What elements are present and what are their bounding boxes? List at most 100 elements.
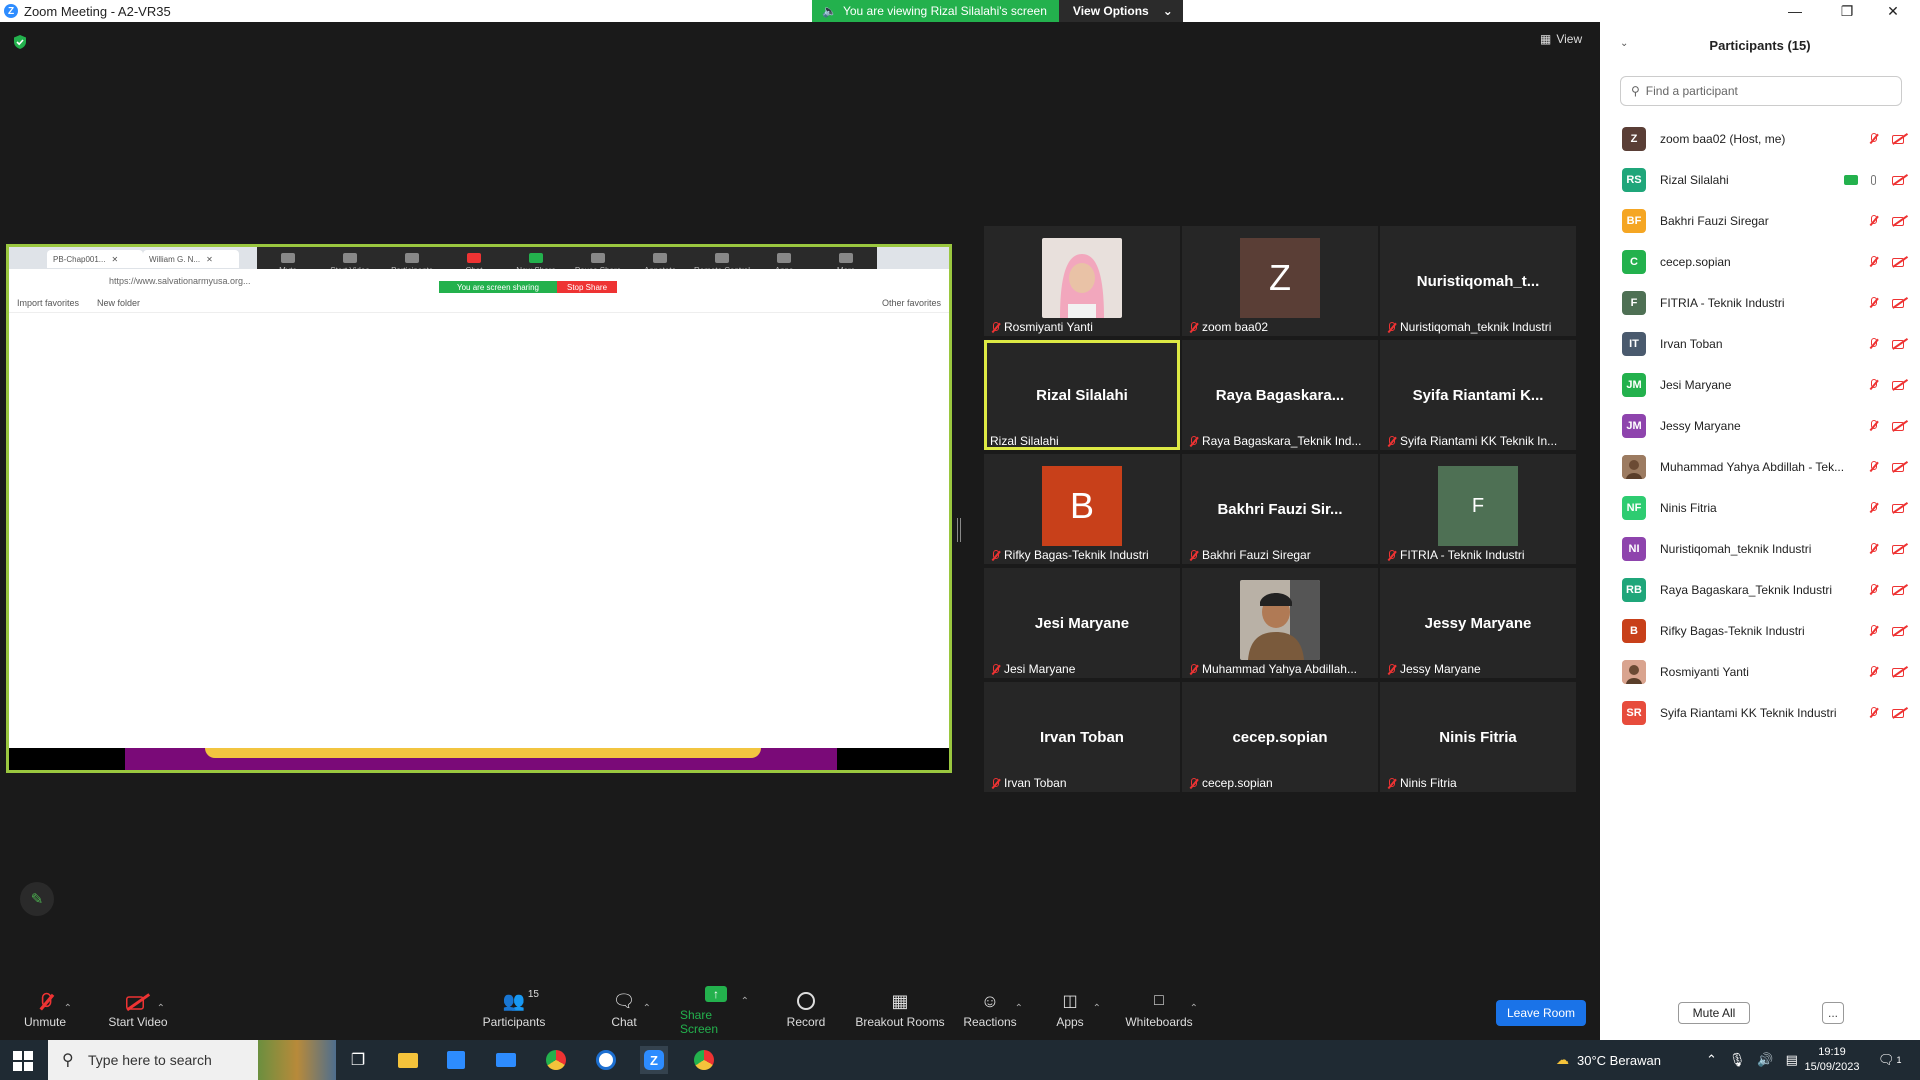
video-tile[interactable]: Jesi Maryane Jesi Maryane <box>984 568 1180 678</box>
date-text: 15/09/2023 <box>1804 1061 1860 1073</box>
windows-start-icon[interactable] <box>12 1050 34 1072</box>
breakout-rooms-button[interactable]: ▦ Breakout Rooms <box>852 980 948 1040</box>
tile-label-text: Raya Bagaskara_Teknik Ind... <box>1202 434 1362 448</box>
view-button[interactable]: ▦ View <box>1540 32 1582 46</box>
record-button[interactable]: Record <box>782 980 830 1040</box>
participant-row[interactable]: SR Syifa Riantami KK Teknik Industri <box>1600 692 1920 733</box>
participant-name: Nuristiqomah_teknik Industri <box>1660 541 1812 556</box>
tile-name-label: Rosmiyanti Yanti <box>990 320 1093 334</box>
video-tile[interactable]: Irvan Toban Irvan Toban <box>984 682 1180 792</box>
split-divider-handle[interactable] <box>957 518 961 542</box>
tile-name-label: Nuristiqomah_teknik Industri <box>1386 320 1551 334</box>
unmute-button[interactable]: ⌃ Unmute <box>20 980 72 1040</box>
whiteboards-button[interactable]: □ ⌃ Whiteboards <box>1124 980 1198 1040</box>
participant-row[interactable]: NI Nuristiqomah_teknik Industri <box>1600 528 1920 569</box>
video-tile[interactable]: Rizal Silalahi Rizal Silalahi <box>984 340 1180 450</box>
chevron-up-icon[interactable]: ⌃ <box>1706 1052 1717 1068</box>
caret-up-icon[interactable]: ⌃ <box>643 1003 651 1014</box>
tile-name-label: cecep.sopian <box>1188 776 1273 790</box>
taskbar-search-input[interactable]: ⚲ Type here to search <box>48 1040 336 1080</box>
participant-row[interactable]: BF Bakhri Fauzi Siregar <box>1600 200 1920 241</box>
video-tile[interactable]: Zzoom baa02 <box>1182 226 1378 336</box>
video-tile[interactable]: B Rifky Bagas-Teknik Industri <box>984 454 1180 564</box>
minimize-button[interactable]: — <box>1772 0 1818 22</box>
tile-label-text: Bakhri Fauzi Siregar <box>1202 548 1311 562</box>
annotate-pencil-icon[interactable]: ✎ <box>20 882 54 916</box>
weather-widget[interactable]: ☁ 30°C Berawan <box>1556 1040 1661 1080</box>
whiteboard-icon: □ <box>1154 992 1164 1009</box>
file-explorer-icon[interactable] <box>394 1046 422 1074</box>
viewing-text: You are viewing Rizal Silalahi's screen <box>842 4 1047 18</box>
mail-icon[interactable] <box>492 1046 520 1074</box>
share-screen-icon: ↑ <box>705 986 727 1002</box>
apps-button[interactable]: ◫ ⌃ Apps <box>1052 980 1101 1040</box>
caret-up-icon[interactable]: ⌃ <box>1093 1003 1101 1014</box>
participant-row[interactable]: RB Raya Bagaskara_Teknik Industri <box>1600 569 1920 610</box>
participant-row[interactable]: JM Jessy Maryane <box>1600 405 1920 446</box>
share-screen-button[interactable]: ↑ ⌃ Share Screen <box>680 980 752 1040</box>
caret-up-icon[interactable]: ⌃ <box>1015 1003 1023 1014</box>
video-tile[interactable]: Syifa Riantami K... Syifa Riantami KK Tek… <box>1380 340 1576 450</box>
close-button[interactable]: ✕ <box>1870 0 1916 22</box>
participant-row[interactable]: Ccecep.sopian <box>1600 241 1920 282</box>
microphone-icon[interactable]: 🎙 <box>1729 1052 1746 1068</box>
teamviewer-icon[interactable] <box>592 1046 620 1074</box>
reactions-button[interactable]: ☺ ⌃ Reactions <box>960 980 1023 1040</box>
participant-row[interactable]: RS Rizal Silalahi <box>1600 159 1920 200</box>
video-off-icon <box>1892 543 1906 555</box>
encryption-shield-icon[interactable] <box>12 34 28 50</box>
participant-row[interactable]: Muhammad Yahya Abdillah - Tek... <box>1600 446 1920 487</box>
participant-row[interactable]: F FITRIA - Teknik Industri <box>1600 282 1920 323</box>
video-tile[interactable]: cecep.sopian cecep.sopian <box>1182 682 1378 792</box>
network-icon[interactable]: ▤ <box>1786 1052 1798 1068</box>
video-tile[interactable]: Bakhri Fauzi Sir... Bakhri Fauzi Siregar <box>1182 454 1378 564</box>
task-view-icon[interactable]: ❐ <box>344 1046 372 1074</box>
chrome-icon[interactable] <box>542 1046 570 1074</box>
tile-name-label: Jesi Maryane <box>990 662 1075 676</box>
caret-up-icon[interactable]: ⌃ <box>1190 1003 1198 1014</box>
browser-tab: William G. N... ✕ <box>143 250 239 268</box>
participant-name: Raya Bagaskara_Teknik Industri <box>1660 582 1833 597</box>
mute-all-button[interactable]: Mute All <box>1678 1002 1750 1024</box>
store-icon[interactable] <box>442 1046 470 1074</box>
leave-room-button[interactable]: Leave Room <box>1496 1000 1586 1026</box>
participant-name: Rosmiyanti Yanti <box>1660 664 1749 679</box>
shared-page-footer <box>9 748 949 770</box>
more-options-button[interactable]: ... <box>1822 1002 1844 1024</box>
participant-name: Rizal Silalahi <box>1660 172 1729 187</box>
participant-row[interactable]: Rosmiyanti Yanti <box>1600 651 1920 692</box>
tile-label-text: Jessy Maryane <box>1400 662 1481 676</box>
restore-button[interactable]: ❐ <box>1824 0 1870 22</box>
participant-row[interactable]: Zzoom baa02 (Host, me) <box>1600 118 1920 159</box>
tile-name-label: Irvan Toban <box>990 776 1067 790</box>
zoom-taskbar-icon[interactable]: Z <box>640 1046 668 1074</box>
clock[interactable]: 19:19 15/09/2023 <box>1800 1040 1864 1080</box>
breakout-rooms-label: Breakout Rooms <box>855 1015 945 1029</box>
participant-row[interactable]: IT Irvan Toban <box>1600 323 1920 364</box>
volume-icon[interactable]: 🔊 <box>1757 1052 1773 1068</box>
video-tile[interactable]: Ninis Fitria Ninis Fitria <box>1380 682 1576 792</box>
participant-search-input[interactable]: ⚲ Find a participant <box>1620 76 1902 106</box>
caret-up-icon[interactable]: ⌃ <box>64 1003 72 1014</box>
caret-up-icon[interactable]: ⌃ <box>157 1003 165 1014</box>
caret-up-icon[interactable]: ⌃ <box>741 996 749 1007</box>
video-tile[interactable]: Nuristiqomah_t... Nuristiqomah_teknik Ind… <box>1380 226 1576 336</box>
chat-button[interactable]: 🗨 ⌃ Chat <box>604 980 651 1040</box>
chrome-profile-icon[interactable] <box>690 1046 718 1074</box>
tile-label-text: Nuristiqomah_teknik Industri <box>1400 320 1552 334</box>
participant-row[interactable]: NF Ninis Fitria <box>1600 487 1920 528</box>
tile-label-text: Irvan Toban <box>1004 776 1067 790</box>
participants-button[interactable]: 👥 15 Participants <box>476 980 552 1040</box>
video-tile[interactable]: Jessy Maryane Jessy Maryane <box>1380 568 1576 678</box>
video-tile[interactable]: F FITRIA - Teknik Industri <box>1380 454 1576 564</box>
participant-row[interactable]: B Rifky Bagas-Teknik Industri <box>1600 610 1920 651</box>
video-tile[interactable]: Muhammad Yahya Abdillah... <box>1182 568 1378 678</box>
view-options-button[interactable]: View Options ⌄ <box>1058 0 1183 22</box>
start-video-button[interactable]: ⌃ Start Video <box>106 980 170 1040</box>
favorite-item: New folder <box>97 297 141 308</box>
participant-row[interactable]: JM Jesi Maryane <box>1600 364 1920 405</box>
notification-center-icon[interactable]: 🗨 1 <box>1878 1040 1902 1080</box>
shared-screen[interactable]: PB-Chap001...✕ William G. N...✕ Mute Sta… <box>6 244 952 773</box>
video-tile[interactable]: Raya Bagaskara... Raya Bagaskara_Teknik I… <box>1182 340 1378 450</box>
video-tile[interactable]: Rosmiyanti Yanti <box>984 226 1180 336</box>
